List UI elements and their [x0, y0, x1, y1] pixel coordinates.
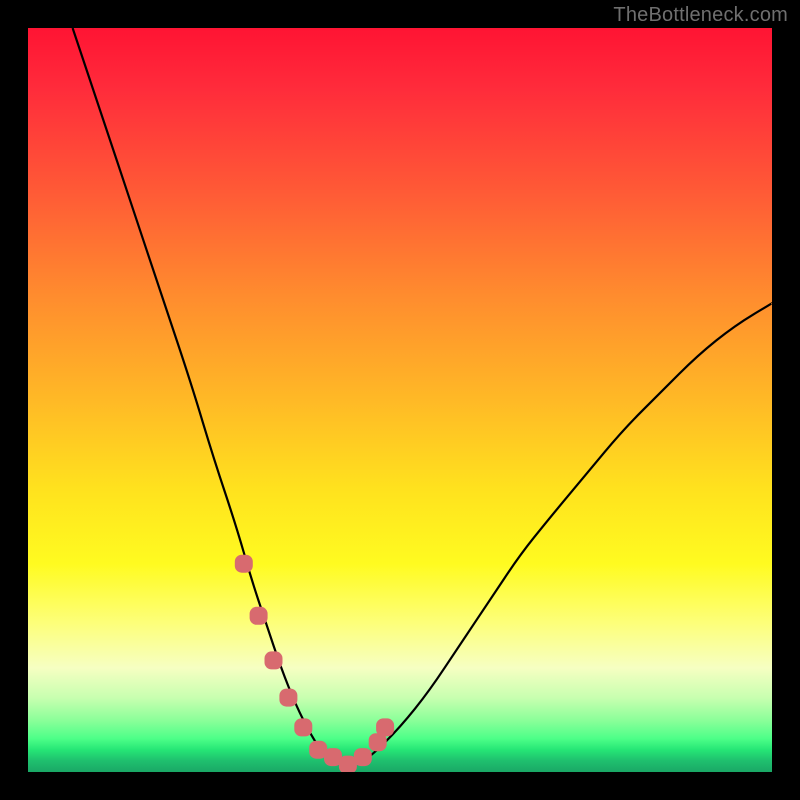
curve-marker	[235, 555, 253, 573]
plot-area	[28, 28, 772, 772]
curve-marker	[250, 607, 268, 625]
curve-marker	[376, 718, 394, 736]
bottleneck-curve-svg	[28, 28, 772, 772]
watermark-text: TheBottleneck.com	[613, 4, 788, 27]
curve-marker	[354, 748, 372, 766]
curve-marker	[279, 689, 297, 707]
chart-frame: TheBottleneck.com	[0, 0, 800, 800]
curve-marker	[294, 718, 312, 736]
curve-marker	[265, 651, 283, 669]
bottleneck-curve-path	[73, 28, 772, 765]
